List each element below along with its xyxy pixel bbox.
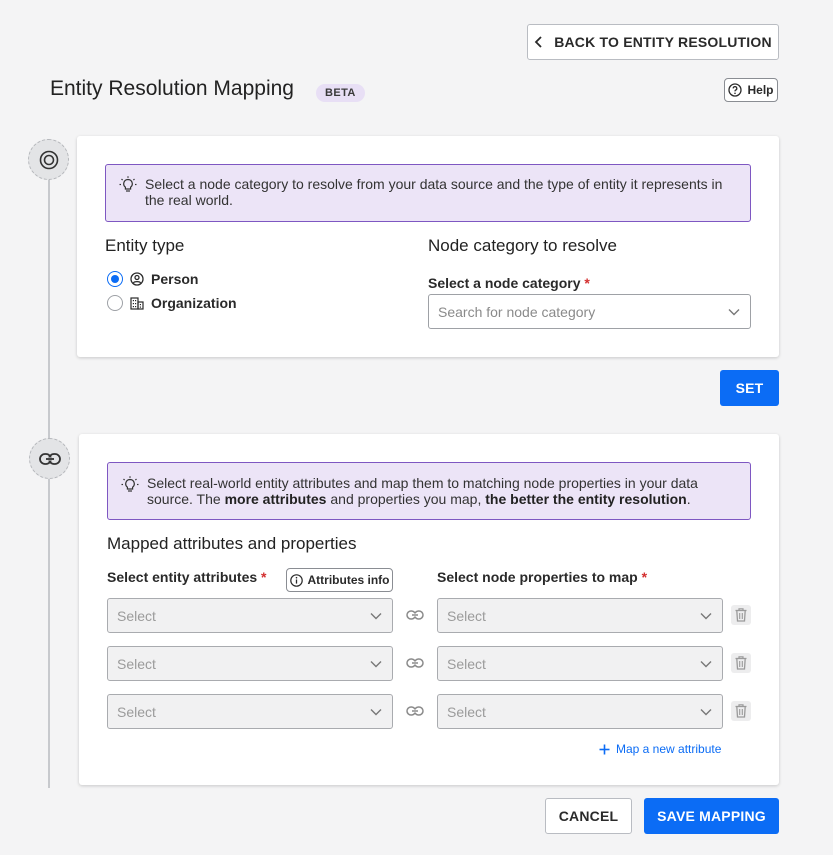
node-category-placeholder: Search for node category [438,303,596,320]
mapping-tip: Select real-world entity attributes and … [107,462,751,520]
delete-row-button[interactable] [731,701,751,721]
step-1-indicator [28,139,69,180]
lightbulb-icon [119,176,137,192]
organization-radio[interactable] [107,295,123,311]
person-radio[interactable] [107,271,123,287]
help-label: Help [747,83,774,97]
attributes-info-button[interactable]: Attributes info [286,568,393,592]
link-icon [406,610,424,620]
link-icon [38,452,61,465]
chevron-down-icon [700,708,712,715]
back-to-entity-resolution-button[interactable]: BACK TO ENTITY RESOLUTION [527,24,779,60]
lightbulb-icon [121,476,139,492]
mapped-attributes-heading: Mapped attributes and properties [107,534,357,553]
organization-label: Organization [151,295,237,311]
mapping-card: Select real-world entity attributes and … [79,434,779,785]
map-new-attribute-label: Map a new attribute [616,742,722,756]
node-category-card: Select a node category to resolve from y… [77,136,779,357]
cancel-button[interactable]: CANCEL [545,798,632,834]
entity-attribute-select[interactable]: Select [107,598,393,633]
entity-type-person-option[interactable]: Person [107,271,198,287]
node-category-heading: Node category to resolve [428,236,617,255]
question-circle-icon [728,83,743,97]
trash-icon [735,656,747,670]
trash-icon [735,704,747,718]
entity-attribute-select[interactable]: Select [107,694,393,729]
beta-badge: BETA [316,84,365,102]
target-icon [39,150,58,169]
person-circle-icon [130,272,144,286]
map-new-attribute-link[interactable]: Map a new attribute [599,742,721,756]
plus-icon [599,744,610,754]
save-mapping-button[interactable]: SAVE MAPPING [644,798,779,834]
chevron-down-icon [370,660,382,667]
step-2-indicator [29,438,70,479]
required-marker: * [641,569,648,585]
node-category-select[interactable]: Search for node category [428,294,751,329]
info-circle-icon [289,573,303,587]
delete-row-button[interactable] [731,653,751,673]
entity-attribute-select[interactable]: Select [107,646,393,681]
link-icon [406,658,424,668]
node-category-label: Select a node category * [428,275,590,291]
node-property-select[interactable]: Select [437,646,723,681]
page-title: Entity Resolution Mapping [50,77,294,100]
set-button[interactable]: SET [720,370,779,406]
entity-type-heading: Entity type [105,236,185,255]
chevron-down-icon [370,708,382,715]
node-property-select[interactable]: Select [437,598,723,633]
link-icon [406,706,424,716]
entity-attributes-label: Select entity attributes * [107,569,267,585]
node-category-tip-text: Select a node category to resolve from y… [145,176,723,208]
chevron-down-icon [700,660,712,667]
required-marker: * [261,569,267,585]
stepper-rail [48,178,50,788]
node-property-select[interactable]: Select [437,694,723,729]
chevron-down-icon [370,612,382,619]
chevron-down-icon [728,308,740,315]
trash-icon [735,608,747,622]
help-button[interactable]: Help [724,78,778,102]
attributes-info-label: Attributes info [307,573,390,587]
mapping-tip-text: Select real-world entity attributes and … [147,475,698,507]
person-label: Person [151,271,199,287]
node-properties-label: Select node properties to map * [437,569,648,585]
node-category-tip: Select a node category to resolve from y… [105,164,751,222]
back-label: BACK TO ENTITY RESOLUTION [554,34,772,50]
required-marker: * [584,275,590,291]
chevron-down-icon [700,612,712,619]
chevron-left-icon [534,36,542,48]
delete-row-button[interactable] [731,605,751,625]
entity-type-organization-option[interactable]: Organization [107,295,237,311]
building-icon [130,296,144,310]
